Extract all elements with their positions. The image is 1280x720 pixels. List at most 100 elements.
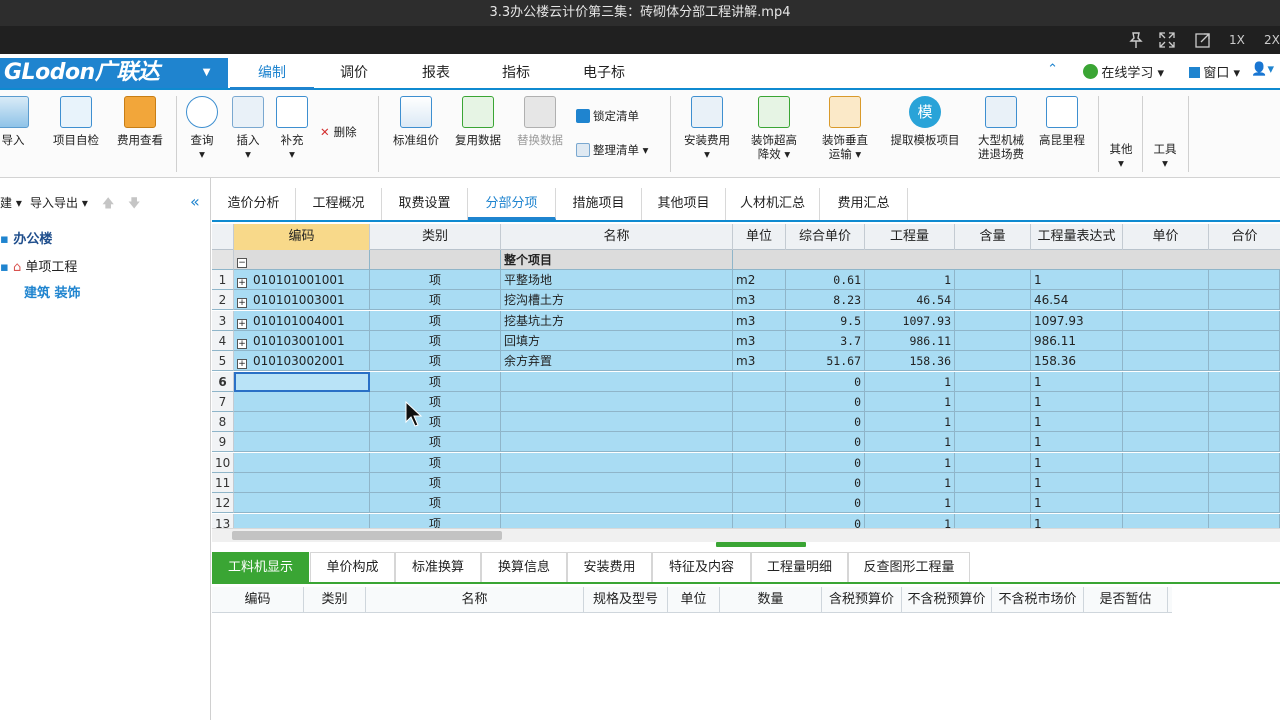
quantity-cell[interactable]: 1 bbox=[865, 513, 955, 528]
content-cell[interactable] bbox=[955, 330, 1031, 351]
qty-expression-cell[interactable]: 1 bbox=[1031, 473, 1123, 493]
grid-header-total[interactable]: 合价 bbox=[1209, 224, 1280, 250]
code-cell[interactable] bbox=[234, 452, 370, 473]
qty-expression-cell[interactable]: 986.11 bbox=[1031, 330, 1123, 351]
quantity-cell[interactable]: 1 bbox=[865, 391, 955, 412]
menu-tab-adjust-price[interactable]: 调价 bbox=[312, 58, 396, 90]
type-cell[interactable]: 项 bbox=[370, 371, 501, 392]
unit-price-cell[interactable]: 0 bbox=[786, 412, 865, 433]
unit-cell[interactable] bbox=[733, 452, 786, 473]
unit-cell[interactable]: m3 bbox=[733, 290, 786, 311]
scrollbar-thumb[interactable] bbox=[232, 531, 502, 540]
grid-header-name[interactable]: 名称 bbox=[501, 224, 733, 250]
code-cell[interactable] bbox=[234, 513, 370, 528]
content-cell[interactable] bbox=[955, 432, 1031, 453]
table-row[interactable]: 2 +010101003001 项挖沟槽土方 m3 8.23 46.54 46.54 bbox=[212, 290, 1280, 311]
type-cell[interactable]: 项 bbox=[370, 270, 501, 290]
bh-type[interactable]: 类别 bbox=[304, 587, 366, 613]
name-cell[interactable] bbox=[501, 493, 733, 514]
tab-fee-summary[interactable]: 费用汇总 bbox=[820, 188, 908, 220]
unit-cell[interactable] bbox=[733, 371, 786, 392]
qty-expression-cell[interactable]: 46.54 bbox=[1031, 290, 1123, 311]
table-row[interactable]: 12 项 0 1 1 bbox=[212, 493, 1280, 514]
grid-header-unit-price[interactable]: 综合单价 bbox=[786, 224, 865, 250]
total-cell[interactable] bbox=[1209, 473, 1280, 493]
unit-cell[interactable]: m2 bbox=[733, 270, 786, 290]
code-cell[interactable] bbox=[234, 412, 370, 433]
unit-price-cell[interactable]: 0.61 bbox=[786, 270, 865, 290]
price-cell[interactable] bbox=[1123, 391, 1209, 412]
price-cell[interactable] bbox=[1123, 270, 1209, 290]
type-cell[interactable]: 项 bbox=[370, 330, 501, 351]
unit-price-cell[interactable]: 9.5 bbox=[786, 310, 865, 331]
content-cell[interactable] bbox=[955, 270, 1031, 290]
quantity-cell[interactable]: 1 bbox=[865, 432, 955, 453]
unit-cell[interactable] bbox=[733, 412, 786, 433]
btab-unit-price-composition[interactable]: 单价构成 bbox=[310, 552, 395, 582]
menu-tab-report[interactable]: 报表 bbox=[394, 58, 478, 90]
tab-cost-analysis[interactable]: 造价分析 bbox=[212, 188, 296, 220]
fullscreen-icon[interactable] bbox=[1158, 31, 1176, 49]
type-cell[interactable]: 项 bbox=[370, 452, 501, 473]
btab-install-fee[interactable]: 安装费用 bbox=[567, 552, 652, 582]
unit-cell[interactable] bbox=[733, 391, 786, 412]
type-cell[interactable]: 项 bbox=[370, 513, 501, 528]
content-cell[interactable] bbox=[955, 493, 1031, 514]
total-cell[interactable] bbox=[1209, 513, 1280, 528]
table-row[interactable]: 6项011 bbox=[212, 371, 1280, 392]
name-cell[interactable]: 挖基坑土方 bbox=[501, 310, 733, 331]
replace-data-button[interactable]: 替换数据 bbox=[510, 96, 570, 147]
tab-other-items[interactable]: 其他项目 bbox=[642, 188, 726, 220]
grid-header-unit[interactable]: 单位 bbox=[733, 224, 786, 250]
bh-code[interactable]: 编码 bbox=[212, 587, 304, 613]
online-learning-button[interactable]: 在线学习 ▾ bbox=[1083, 62, 1164, 81]
btab-conversion-info[interactable]: 换算信息 bbox=[481, 552, 567, 582]
btab-reverse-graphic-qty[interactable]: 反查图形工程量 bbox=[848, 552, 970, 582]
fee-view-button[interactable]: 费用查看 bbox=[110, 96, 170, 147]
quantity-cell[interactable]: 158.36 bbox=[865, 351, 955, 372]
import-button[interactable]: 导入 bbox=[0, 96, 30, 147]
total-cell[interactable] bbox=[1209, 310, 1280, 331]
bh-spec-model[interactable]: 规格及型号 bbox=[584, 587, 668, 613]
bh-notax-market-price[interactable]: 不含税市场价 bbox=[992, 587, 1084, 613]
btab-standard-conversion[interactable]: 标准换算 bbox=[395, 552, 481, 582]
table-row[interactable]: 5 +010103002001 项余方弃置 m3 51.67 158.36 158.36 bbox=[212, 351, 1280, 372]
query-button[interactable]: 查询 ▾ bbox=[182, 96, 222, 161]
total-cell[interactable] bbox=[1209, 270, 1280, 290]
code-cell[interactable]: +010103002001 bbox=[234, 351, 370, 372]
code-cell[interactable] bbox=[234, 493, 370, 514]
total-cell[interactable] bbox=[1209, 412, 1280, 433]
grid-horizontal-scrollbar[interactable] bbox=[212, 528, 1280, 542]
unit-price-cell[interactable]: 0 bbox=[786, 391, 865, 412]
type-cell[interactable]: 项 bbox=[370, 412, 501, 433]
unit-cell[interactable]: m3 bbox=[733, 310, 786, 331]
move-up-icon[interactable]: 🡅 bbox=[102, 194, 114, 215]
unit-cell[interactable] bbox=[733, 493, 786, 514]
quantity-cell[interactable]: 1097.93 bbox=[865, 310, 955, 331]
unit-price-cell[interactable]: 0 bbox=[786, 432, 865, 453]
supplement-button[interactable]: 补充 ▾ bbox=[272, 96, 312, 161]
qty-expression-cell[interactable]: 1 bbox=[1031, 513, 1123, 528]
price-cell[interactable] bbox=[1123, 473, 1209, 493]
content-cell[interactable] bbox=[955, 391, 1031, 412]
unit-cell[interactable] bbox=[733, 432, 786, 453]
std-group-button[interactable]: 标准组价 bbox=[386, 96, 446, 147]
code-cell[interactable]: +010101004001 bbox=[234, 310, 370, 331]
unit-price-cell[interactable]: 51.67 bbox=[786, 351, 865, 372]
collapse-icon[interactable]: − bbox=[237, 258, 247, 268]
elevation-button[interactable]: 高昆里程 bbox=[1034, 96, 1090, 147]
glodon-logo[interactable]: GLodon广联达 ▼ bbox=[0, 58, 228, 88]
large-machine-button[interactable]: 大型机械 进退场费 bbox=[972, 96, 1030, 161]
bh-tax-budget-price[interactable]: 含税预算价 bbox=[822, 587, 902, 613]
name-cell[interactable]: 余方弃置 bbox=[501, 351, 733, 372]
qty-expression-cell[interactable]: 1 bbox=[1031, 432, 1123, 453]
quantity-cell[interactable]: 1 bbox=[865, 371, 955, 392]
bh-amount[interactable]: 数量 bbox=[720, 587, 822, 613]
price-cell[interactable] bbox=[1123, 513, 1209, 528]
grid-header-type[interactable]: 类别 bbox=[370, 224, 501, 250]
tab-fee-settings[interactable]: 取费设置 bbox=[382, 188, 468, 220]
menu-tab-index[interactable]: 指标 bbox=[474, 58, 558, 90]
quantity-cell[interactable]: 1 bbox=[865, 412, 955, 433]
quantity-cell[interactable]: 1 bbox=[865, 270, 955, 290]
content-cell[interactable] bbox=[955, 452, 1031, 473]
